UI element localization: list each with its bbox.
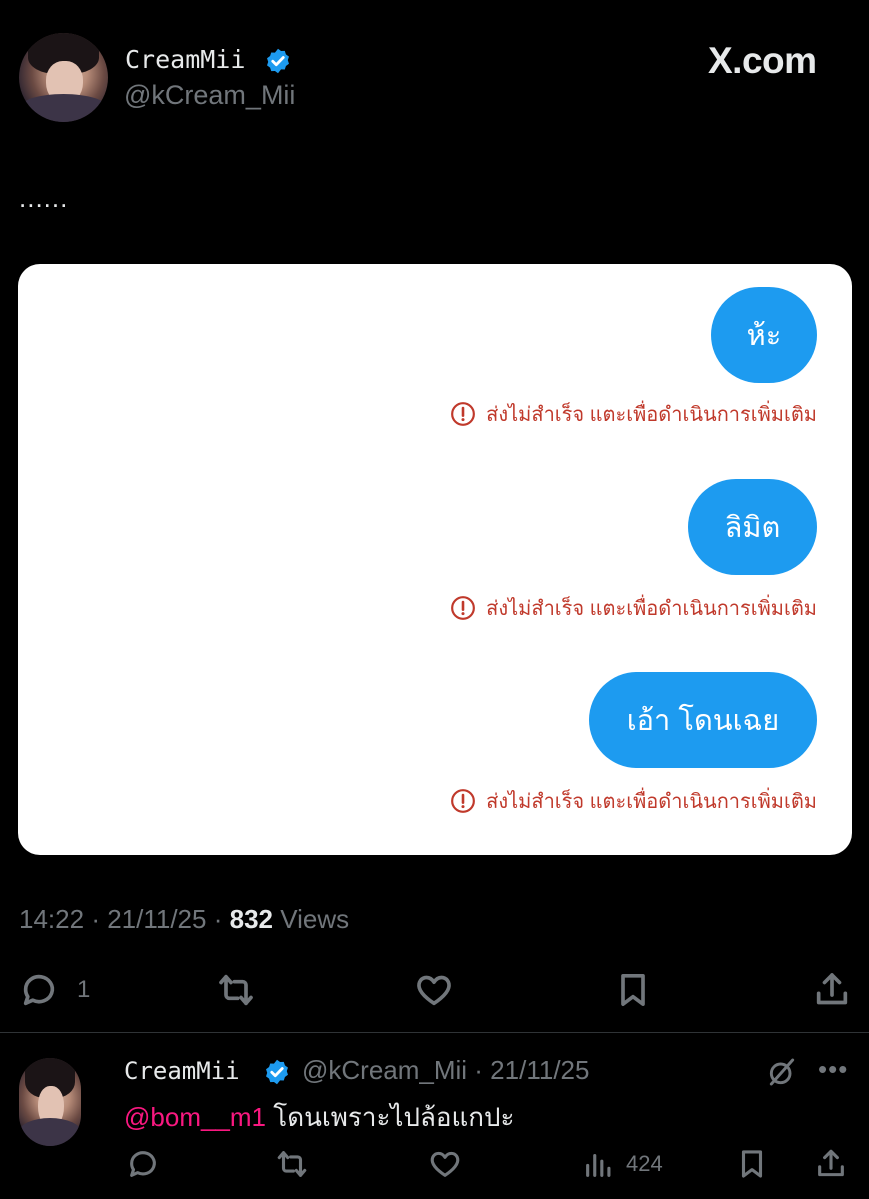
more-icon[interactable]: ••• [818, 1054, 848, 1085]
bookmark-button[interactable] [735, 1147, 769, 1181]
send-failed-text: ส่งไม่สำเร็จ แตะเพื่อดำเนินการเพิ่มเติม [486, 598, 817, 620]
error-icon [451, 789, 476, 813]
divider [0, 1032, 869, 1033]
verified-badge-icon [266, 1059, 288, 1085]
share-button[interactable] [814, 1147, 848, 1181]
send-failed-notice[interactable]: ส่งไม่สำเร็จ แตะเพื่อดำเนินการเพิ่มเติม [450, 592, 817, 624]
error-icon [451, 596, 476, 620]
tweet-meta: 14:22 · 21/11/25 · 832 Views [19, 904, 349, 935]
like-icon [417, 975, 451, 1006]
author-display-name[interactable]: CreamMii [125, 45, 245, 74]
reply-button[interactable] [126, 1147, 160, 1181]
grok-icon[interactable] [766, 1056, 798, 1088]
send-failed-notice[interactable]: ส่งไม่สำเร็จ แตะเพื่อดำเนินการเพิ่มเติม [450, 398, 817, 430]
verified-badge-icon [267, 48, 289, 74]
share-icon [818, 1149, 844, 1177]
meta-separator: · [91, 904, 108, 934]
views-label: Views [280, 904, 350, 934]
reply-count: 1 [77, 976, 91, 1003]
bookmark-icon [741, 1150, 763, 1178]
send-failed-text: ส่งไม่สำเร็จ แตะเพื่อดำเนินการเพิ่มเติม [486, 791, 817, 813]
bookmark-button[interactable] [613, 970, 653, 1010]
author-avatar[interactable] [19, 33, 108, 122]
views-count: 424 [626, 1151, 663, 1176]
bookmark-icon [621, 974, 645, 1006]
mention-link[interactable]: @bom__m1 [124, 1102, 266, 1132]
views-button[interactable]: 424 [582, 1147, 663, 1181]
send-failed-notice[interactable]: ส่งไม่สำเร็จ แตะเพื่อดำเนินการเพิ่มเติม [450, 785, 817, 817]
message-bubble: ห้ะ [711, 287, 817, 383]
reply-body: โดนเพราะไปล้อแกปะ [266, 1102, 515, 1132]
reply-icon [23, 974, 55, 1006]
like-button[interactable] [428, 1147, 462, 1181]
retweet-button[interactable] [216, 970, 256, 1010]
reply-text: @bom__m1 โดนเพราะไปล้อแกปะ [124, 1097, 515, 1138]
meta-separator: · [213, 904, 230, 934]
message-bubble: เอ้า โดนเฉย [589, 672, 817, 768]
reply-author-handle-date[interactable]: @kCream_Mii · 21/11/25 [302, 1055, 589, 1086]
author-handle[interactable]: @kCream_Mii [124, 80, 295, 111]
retweet-button[interactable] [275, 1147, 309, 1181]
reply-icon [130, 1151, 156, 1177]
share-button[interactable] [812, 970, 852, 1010]
tweet-image[interactable]: ห้ะ ส่งไม่สำเร็จ แตะเพื่อดำเนินการเพิ่มเ… [18, 264, 852, 855]
send-failed-text: ส่งไม่สำเร็จ แตะเพื่อดำเนินการเพิ่มเติม [486, 404, 817, 426]
like-icon [430, 1151, 460, 1177]
tweet-date[interactable]: 21/11/25 [107, 904, 206, 934]
tweet-text: ...... [19, 183, 69, 213]
like-button[interactable] [414, 970, 454, 1010]
tweet-time[interactable]: 14:22 [19, 904, 84, 934]
message-bubble: ลิมิต [688, 479, 817, 575]
views-icon [586, 1153, 611, 1177]
reply-author-display-name[interactable]: CreamMii [124, 1057, 240, 1085]
error-icon [451, 402, 476, 426]
retweet-icon [277, 1151, 307, 1177]
views-count: 832 [229, 904, 273, 934]
reply-author-avatar[interactable] [19, 1058, 81, 1146]
share-icon [816, 973, 848, 1005]
reply-button[interactable]: 1 [19, 970, 90, 1010]
retweet-icon [219, 974, 253, 1006]
source-watermark: X.com [708, 40, 817, 81]
